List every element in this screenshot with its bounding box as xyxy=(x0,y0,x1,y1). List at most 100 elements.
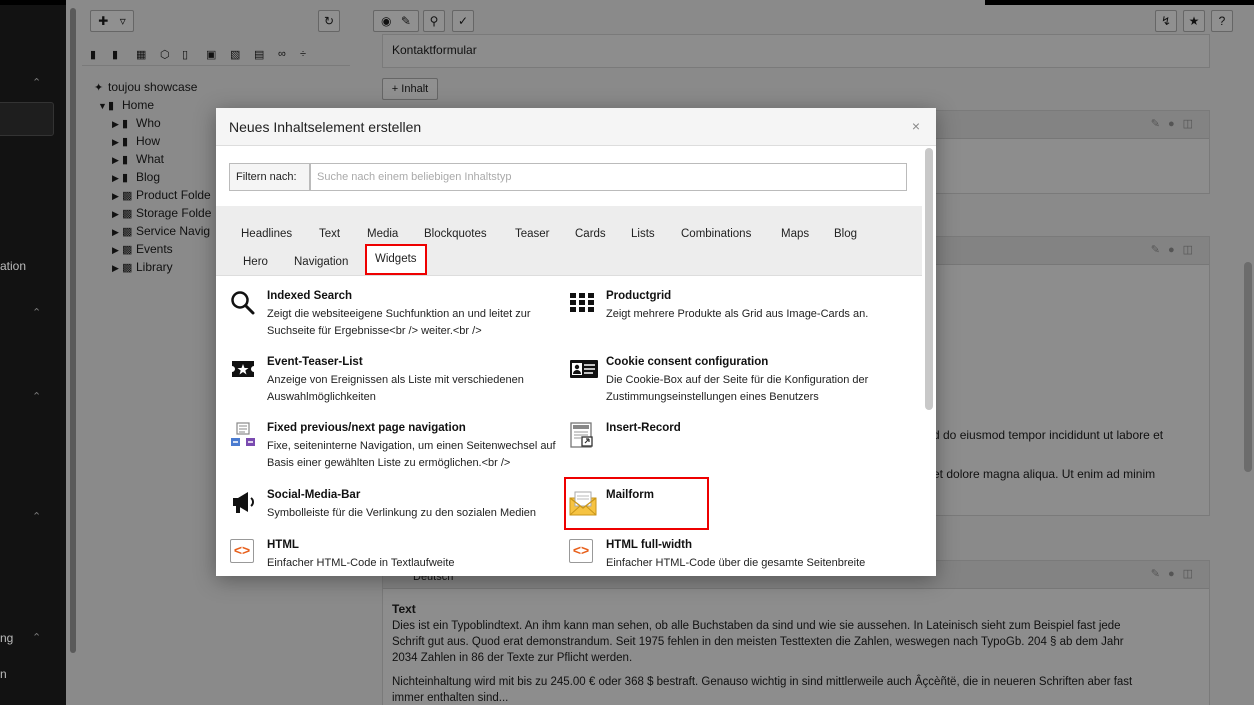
page-type-icon[interactable]: ▮ xyxy=(112,48,118,61)
expand-right-icon[interactable]: ▶ xyxy=(112,205,122,223)
tree-node[interactable]: ▶ ▮ Who xyxy=(112,114,161,132)
edit-page-icon[interactable]: ✎ xyxy=(401,14,411,28)
module-menu-label[interactable]: n xyxy=(0,667,7,681)
page-type-icon[interactable]: ▮ xyxy=(90,48,96,61)
expand-right-icon[interactable]: ▶ xyxy=(112,151,122,169)
chevron-up-icon[interactable]: ⌃ xyxy=(32,76,41,89)
add-content-label: Inhalt xyxy=(401,83,429,95)
page-scrollbar-thumb[interactable] xyxy=(1244,262,1252,472)
content-item-html-full-width[interactable]: <> HTML full-width Einfacher HTML-Code ü… xyxy=(569,539,904,576)
tree-node-label: Product Folde xyxy=(136,188,211,202)
content-item-insert-record[interactable]: Insert-Record xyxy=(569,422,904,484)
cube-type-icon[interactable]: ⬡ xyxy=(160,48,170,61)
modal-scrollbar[interactable] xyxy=(925,148,933,410)
expand-right-icon[interactable]: ▶ xyxy=(112,241,122,259)
content-element-text[interactable]: Deutsch ✎●◫ Text Dies ist ein Typoblindt… xyxy=(382,560,1210,705)
expand-right-icon[interactable]: ▶ xyxy=(112,259,122,277)
page-icon: ▮ xyxy=(122,172,129,184)
tree-node[interactable]: ▶ ▩ Product Folde xyxy=(112,186,211,204)
content-element-actions[interactable]: ✎●◫ xyxy=(1151,567,1201,580)
expand-down-icon[interactable]: ▼ xyxy=(98,97,108,115)
chevron-up-icon[interactable]: ⌃ xyxy=(32,510,41,523)
tab-lists[interactable]: Lists xyxy=(627,220,659,248)
refresh-button[interactable]: ↻ xyxy=(318,10,340,32)
tree-node-root[interactable]: ✦ toujou showcase xyxy=(94,78,197,96)
expand-right-icon[interactable]: ▶ xyxy=(112,169,122,187)
tree-node-label: What xyxy=(136,152,165,166)
content-element-actions[interactable]: ✎●◫ xyxy=(1151,117,1201,130)
page-scrollbar[interactable] xyxy=(1244,40,1252,680)
item-description: Symbolleiste für die Verlinkung zu den s… xyxy=(267,507,537,519)
expand-right-icon[interactable]: ▶ xyxy=(112,187,122,205)
card-type-icon[interactable]: ▣ xyxy=(206,48,216,61)
tree-node[interactable]: ▶ ▮ How xyxy=(112,132,160,150)
content-element-actions[interactable]: ✎●◫ xyxy=(1151,243,1201,256)
item-description: Einfacher HTML-Code über die gesamte Sei… xyxy=(606,557,866,569)
link-type-icon[interactable]: ∞ xyxy=(278,48,286,60)
item-title: Insert-Record xyxy=(606,422,681,434)
text-paragraph-line: Schrift gut aus. Quod erat demonstrandum… xyxy=(392,636,1124,648)
content-element-kontakt[interactable]: Kontaktformular xyxy=(382,34,1210,68)
tab-blog[interactable]: Blog xyxy=(830,220,861,248)
grid-type-icon[interactable]: ▦ xyxy=(136,48,146,61)
text-paragraph-line: 2034 Zahlen in 86 der Texte zur Pflicht … xyxy=(392,652,633,664)
page-icon: ▮ xyxy=(108,100,115,112)
tree-node[interactable]: ▼▮ Home xyxy=(98,96,154,114)
tree-node[interactable]: ▶ ▩ Events xyxy=(112,240,173,258)
content-item-indexed-search[interactable]: Indexed Search Zeigt die websiteeigene S… xyxy=(230,290,565,352)
tab-headlines[interactable]: Headlines xyxy=(237,220,296,248)
view-edit-button-group[interactable]: ◉ ✎ xyxy=(373,10,419,32)
topbar-strip xyxy=(985,0,1254,5)
new-page-filter-button-group[interactable]: ✚ ▿ xyxy=(90,10,134,32)
text-paragraph-line: Dies ist ein Typoblindtext. An ihm kann … xyxy=(392,620,1121,632)
tree-node[interactable]: ▶ ▩ Library xyxy=(112,258,173,276)
module-menu-active-item[interactable] xyxy=(0,102,54,136)
tab-blockquotes[interactable]: Blockquotes xyxy=(420,220,491,248)
add-content-button[interactable]: + Inhalt xyxy=(382,78,438,100)
item-title: HTML full-width xyxy=(606,539,693,551)
tab-maps[interactable]: Maps xyxy=(777,220,813,248)
expand-right-icon[interactable]: ▶ xyxy=(112,223,122,241)
view-page-icon[interactable]: ◉ xyxy=(381,14,391,28)
tab-hero[interactable]: Hero xyxy=(239,248,272,276)
help-icon: ? xyxy=(1218,14,1226,28)
chevron-up-icon[interactable]: ⌃ xyxy=(32,631,41,644)
text-heading: Text xyxy=(392,602,416,616)
tree-node[interactable]: ▶ ▩ Storage Folde xyxy=(112,204,211,222)
filter-icon[interactable]: ▿ xyxy=(120,14,126,28)
chevron-up-icon[interactable]: ⌃ xyxy=(32,306,41,319)
tab-cards[interactable]: Cards xyxy=(571,220,610,248)
content-item-cookie-consent[interactable]: Cookie consent configuration Die Cookie-… xyxy=(569,356,904,418)
bookmark-button[interactable]: ★ xyxy=(1183,10,1205,32)
module-menu-scrollbar[interactable] xyxy=(70,8,76,653)
clear-cache-button[interactable]: ✓ xyxy=(452,10,474,32)
tree-node[interactable]: ▶ ▩ Service Navig xyxy=(112,222,210,240)
folder-type-icon[interactable]: ▧ xyxy=(230,48,240,61)
content-item-page-navigation[interactable]: Fixed previous/next page navigation Fixe… xyxy=(230,422,565,484)
content-item-event-teaser-list[interactable]: Event-Teaser-List Anzeige von Ereignisse… xyxy=(230,356,565,418)
shortcut-button[interactable]: ↯ xyxy=(1155,10,1177,32)
tab-navigation[interactable]: Navigation xyxy=(290,248,352,276)
item-description: Fixe, seiteninterne Navigation, um einen… xyxy=(267,440,556,469)
content-item-html[interactable]: <> HTML Einfacher HTML-Code in Textlaufw… xyxy=(230,539,565,576)
tab-combinations[interactable]: Combinations xyxy=(677,220,755,248)
expand-right-icon[interactable]: ▶ xyxy=(112,133,122,151)
module-menu-label[interactable]: ation xyxy=(0,259,26,273)
expand-right-icon[interactable]: ▶ xyxy=(112,115,122,133)
chevron-up-icon[interactable]: ⌃ xyxy=(32,390,41,403)
divider-type-icon[interactable]: ÷ xyxy=(300,48,306,60)
close-icon[interactable]: × xyxy=(912,118,920,134)
help-button[interactable]: ? xyxy=(1211,10,1233,32)
tab-widgets[interactable]: Widgets xyxy=(365,244,427,275)
file-type-icon[interactable]: ▤ xyxy=(254,48,264,61)
page-type-icon[interactable]: ▯ xyxy=(182,48,188,61)
content-item-productgrid[interactable]: Productgrid Zeigt mehrere Produkte als G… xyxy=(569,290,904,352)
search-button[interactable]: ⚲ xyxy=(423,10,445,32)
tree-node[interactable]: ▶ ▮ Blog xyxy=(112,168,160,186)
tree-node[interactable]: ▶ ▮ What xyxy=(112,150,164,168)
new-page-icon[interactable]: ✚ xyxy=(98,14,108,28)
tab-text[interactable]: Text xyxy=(315,220,344,248)
tab-teaser[interactable]: Teaser xyxy=(511,220,554,248)
filter-input[interactable] xyxy=(310,163,907,191)
module-menu-label[interactable]: ng xyxy=(0,631,13,645)
